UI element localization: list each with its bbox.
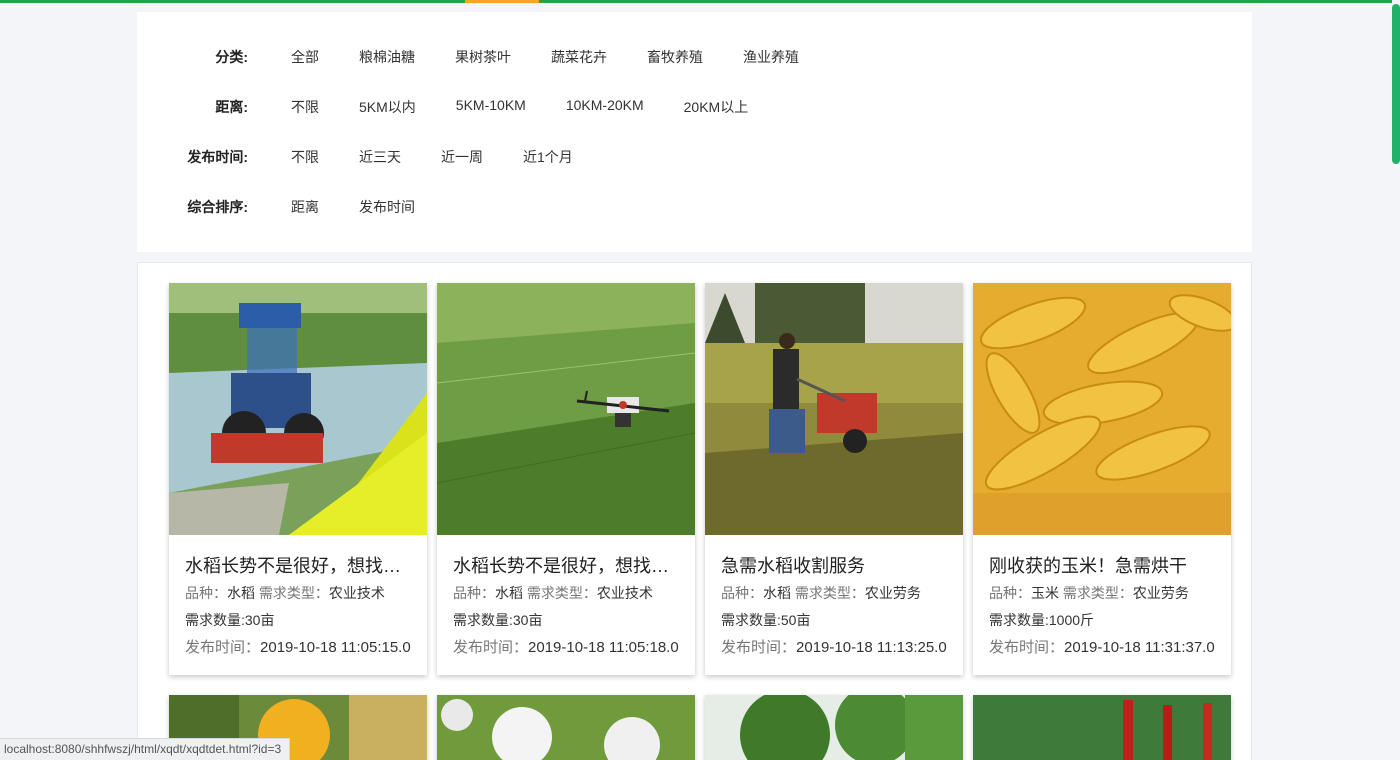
card-title[interactable]: 急需水稻收割服务 xyxy=(721,554,947,578)
filter-options-category: 全部 粮棉油糖 果树茶叶 蔬菜花卉 畜牧养殖 渔业养殖 xyxy=(291,47,839,67)
variety-value: 水稻 xyxy=(763,585,791,601)
time-key: 发布时间： xyxy=(989,639,1065,656)
card-time-line: 发布时间：2019-10-18 11:05:15.0 xyxy=(185,636,411,659)
top-progress-bar xyxy=(0,0,1400,3)
sort-option-distance[interactable]: 距离 xyxy=(291,197,319,217)
filter-option-fishery[interactable]: 渔业养殖 xyxy=(743,47,799,67)
scrollbar-track[interactable] xyxy=(1392,0,1400,760)
filter-option-distance-5-10km[interactable]: 5KM-10KM xyxy=(456,97,526,117)
time-key: 发布时间： xyxy=(185,639,261,656)
filter-option-distance-10-20km[interactable]: 10KM-20KM xyxy=(566,97,644,117)
card-time-line: 发布时间：2019-10-18 11:05:18.0 xyxy=(453,636,679,659)
type-key: 需求类型： xyxy=(258,585,329,601)
card-quantity: 需求数量:1000斤 xyxy=(989,612,1095,628)
card-body: 水稻长势不是很好，想找农业技术指导 品种：水稻 需求类型：农业技术 需求数量:3… xyxy=(169,554,427,659)
filter-row-category: 分类: 全部 粮棉油糖 果树茶叶 蔬菜花卉 畜牧养殖 渔业养殖 xyxy=(137,43,839,71)
card-body: 急需水稻收割服务 品种：水稻 需求类型：农业劳务 需求数量:50亩 发布时间：2… xyxy=(705,554,963,659)
filter-label-publish-time: 发布时间: xyxy=(187,149,248,165)
card-meta-line: 品种：水稻 需求类型：农业技术 xyxy=(453,582,679,605)
card-time-line: 发布时间：2019-10-18 11:13:25.0 xyxy=(721,636,947,659)
type-value: 农业劳务 xyxy=(864,585,921,601)
type-value: 农业技术 xyxy=(328,585,385,601)
filter-options-distance: 不限 5KM以内 5KM-10KM 10KM-20KM 20KM以上 xyxy=(291,97,788,117)
card-quantity: 需求数量:30亩 xyxy=(185,612,275,628)
type-key: 需求类型： xyxy=(526,585,597,601)
variety-value: 玉米 xyxy=(1031,585,1059,601)
scrollbar-thumb[interactable] xyxy=(1392,4,1400,164)
filter-option-time-month[interactable]: 近1个月 xyxy=(523,147,573,167)
card-quantity: 需求数量:30亩 xyxy=(453,612,543,628)
sort-option-publish-time[interactable]: 发布时间 xyxy=(359,197,415,217)
time-key: 发布时间： xyxy=(453,639,529,656)
card-quantity: 需求数量:50亩 xyxy=(721,612,811,628)
filter-option-vegetable-flower[interactable]: 蔬菜花卉 xyxy=(551,47,607,67)
filter-option-fruit-tea[interactable]: 果树茶叶 xyxy=(455,47,511,67)
filter-label-distance: 距离: xyxy=(215,99,248,115)
time-value: 2019-10-18 11:05:18.0 xyxy=(528,639,679,656)
filter-option-time-any[interactable]: 不限 xyxy=(291,147,319,167)
variety-value: 水稻 xyxy=(495,585,523,601)
time-value: 2019-10-18 11:13:25.0 xyxy=(796,639,947,656)
demand-card-image-cotton[interactable] xyxy=(437,695,695,760)
demand-card[interactable]: 水稻长势不是很好，想找农业技术指导 品种：水稻 需求类型：农业技术 需求数量:3… xyxy=(169,283,427,675)
filter-row-publish-time: 发布时间: 不限 近三天 近一周 近1个月 xyxy=(137,143,613,171)
top-bar-accent xyxy=(465,0,539,3)
card-image-harvester[interactable] xyxy=(705,283,963,535)
demand-card-image-orchard[interactable] xyxy=(705,695,963,760)
type-key: 需求类型： xyxy=(794,585,865,601)
variety-key: 品种： xyxy=(721,585,763,601)
variety-key: 品种： xyxy=(185,585,227,601)
filter-option-livestock[interactable]: 畜牧养殖 xyxy=(647,47,703,67)
card-title[interactable]: 水稻长势不是很好，想找农业技术指导 xyxy=(185,554,411,578)
time-value: 2019-10-18 11:05:15.0 xyxy=(260,639,411,656)
type-value: 农业劳务 xyxy=(1132,585,1189,601)
filter-option-all[interactable]: 全部 xyxy=(291,47,319,67)
type-value: 农业技术 xyxy=(596,585,653,601)
filter-panel: 分类: 全部 粮棉油糖 果树茶叶 蔬菜花卉 畜牧养殖 渔业养殖 距离: 不限 5… xyxy=(137,12,1252,252)
demand-card[interactable]: 急需水稻收割服务 品种：水稻 需求类型：农业劳务 需求数量:50亩 发布时间：2… xyxy=(705,283,963,675)
filter-option-distance-5km[interactable]: 5KM以内 xyxy=(359,97,416,117)
card-image-tractor[interactable] xyxy=(169,283,427,535)
filter-row-sort: 综合排序: 距离 发布时间 xyxy=(137,193,455,221)
card-meta-line: 品种：水稻 需求类型：农业技术 xyxy=(185,582,411,605)
card-title[interactable]: 刚收获的玉米！急需烘干 xyxy=(989,554,1215,578)
filter-label-category: 分类: xyxy=(215,49,248,65)
demand-card[interactable]: 刚收获的玉米！急需烘干 品种：玉米 需求类型：农业劳务 需求数量:1000斤 发… xyxy=(973,283,1231,675)
card-time-line: 发布时间：2019-10-18 11:31:37.0 xyxy=(989,636,1215,659)
card-image-corn[interactable] xyxy=(973,283,1231,535)
type-key: 需求类型： xyxy=(1062,585,1133,601)
card-title[interactable]: 水稻长势不是很好，想找农业技术指导 xyxy=(453,554,679,578)
status-bar-url: localhost:8080/shhfwszj/html/xqdt/xqdtde… xyxy=(0,738,291,760)
demand-card-image-chili[interactable] xyxy=(973,695,1231,760)
filter-option-grain[interactable]: 粮棉油糖 xyxy=(359,47,415,67)
demand-card[interactable]: 水稻长势不是很好，想找农业技术指导 品种：水稻 需求类型：农业技术 需求数量:3… xyxy=(437,283,695,675)
card-meta-line: 品种：水稻 需求类型：农业劳务 xyxy=(721,582,947,605)
card-body: 刚收获的玉米！急需烘干 品种：玉米 需求类型：农业劳务 需求数量:1000斤 发… xyxy=(973,554,1231,659)
variety-key: 品种： xyxy=(989,585,1031,601)
card-body: 水稻长势不是很好，想找农业技术指导 品种：水稻 需求类型：农业技术 需求数量:3… xyxy=(437,554,695,659)
filter-option-time-week[interactable]: 近一周 xyxy=(441,147,483,167)
filter-label-sort: 综合排序: xyxy=(187,199,248,215)
filter-options-publish-time: 不限 近三天 近一周 近1个月 xyxy=(291,147,613,167)
card-image-drone[interactable] xyxy=(437,283,695,535)
filter-option-distance-any[interactable]: 不限 xyxy=(291,97,319,117)
variety-value: 水稻 xyxy=(227,585,255,601)
variety-key: 品种： xyxy=(453,585,495,601)
filter-option-time-3days[interactable]: 近三天 xyxy=(359,147,401,167)
time-key: 发布时间： xyxy=(721,639,797,656)
card-meta-line: 品种：玉米 需求类型：农业劳务 xyxy=(989,582,1215,605)
filter-options-sort: 距离 发布时间 xyxy=(291,197,455,217)
filter-row-distance: 距离: 不限 5KM以内 5KM-10KM 10KM-20KM 20KM以上 xyxy=(137,93,788,121)
filter-option-distance-20km-plus[interactable]: 20KM以上 xyxy=(684,97,749,117)
time-value: 2019-10-18 11:31:37.0 xyxy=(1064,639,1215,656)
